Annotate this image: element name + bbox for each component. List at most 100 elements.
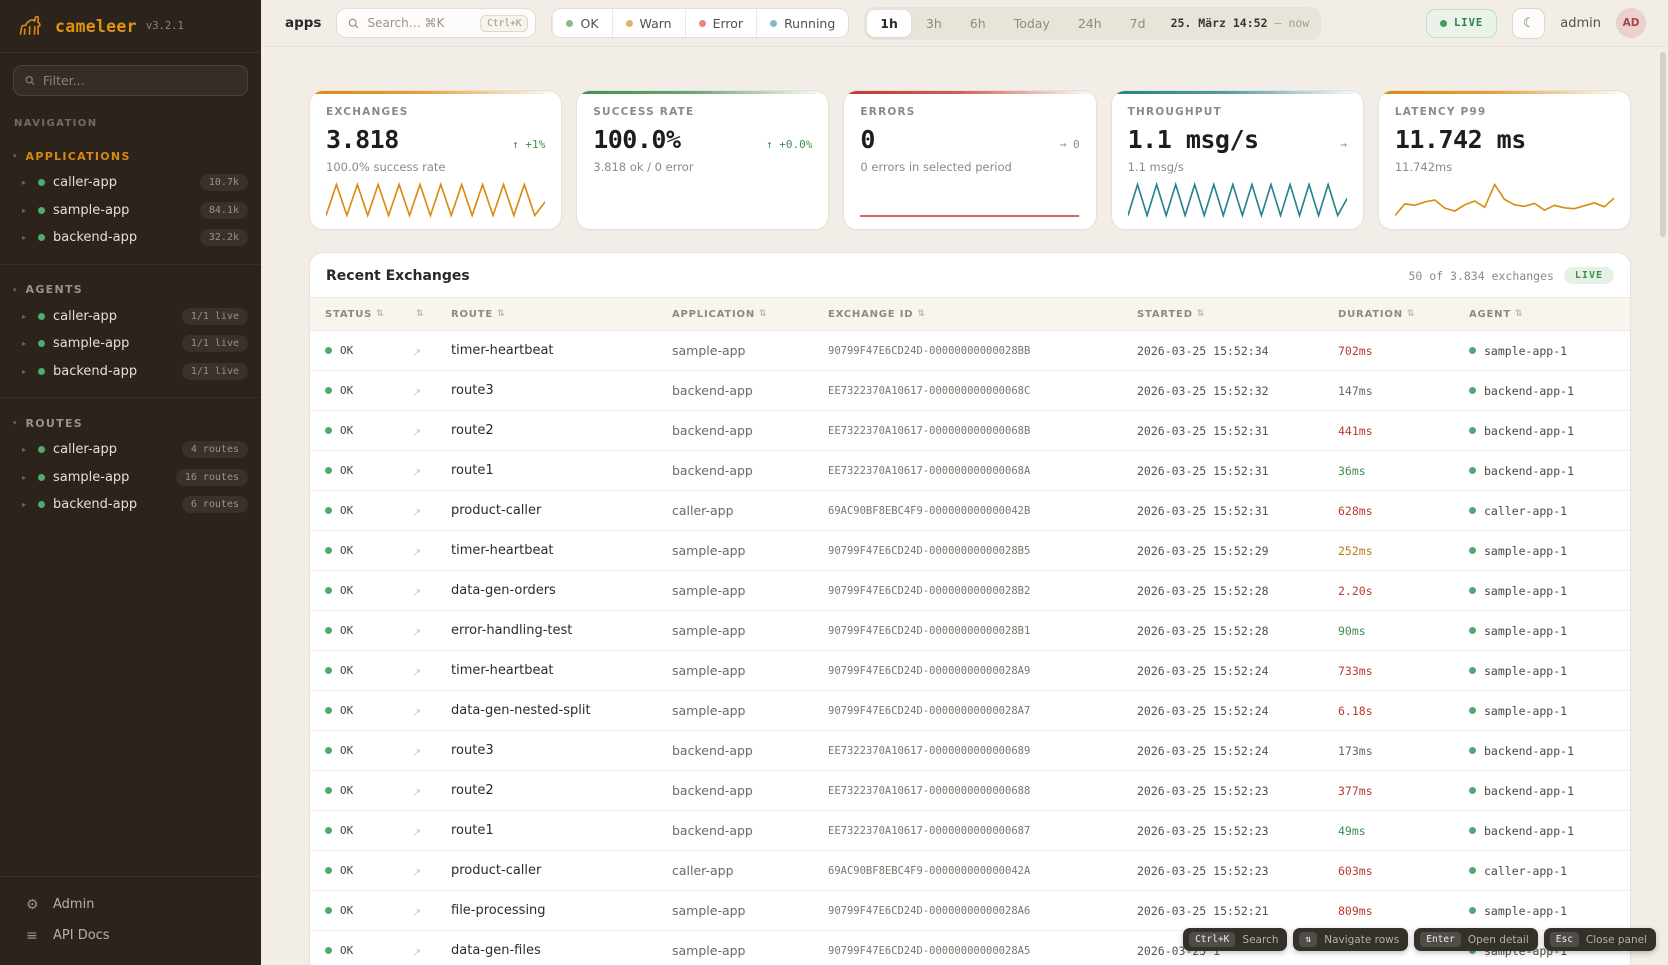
route-name[interactable]: timer-heartbeat [451, 343, 672, 358]
context-tab-apps[interactable]: apps [285, 15, 321, 31]
sidebar-item[interactable]: ▸ caller-app 10.7k [0, 169, 261, 197]
table-row[interactable]: OK ↗ product-caller caller-app 69AC90BF8… [310, 851, 1630, 891]
brand[interactable]: cameleer v3.2.1 [0, 0, 261, 53]
route-name[interactable]: route2 [451, 423, 672, 438]
chevron-right-icon[interactable]: ▸ [22, 312, 30, 321]
chevron-right-icon[interactable]: ▸ [22, 445, 30, 454]
table-row[interactable]: OK ↗ data-gen-nested-split sample-app 90… [310, 691, 1630, 731]
route-name[interactable]: error-handling-test [451, 623, 672, 638]
time-range-chip[interactable]: 1h [867, 10, 911, 37]
column-header[interactable]: AGENT ⇅ [1469, 309, 1630, 320]
chevron-down-icon[interactable]: ▾ [13, 152, 17, 160]
table-row[interactable]: OK ↗ route3 backend-app EE7322370A10617-… [310, 731, 1630, 771]
table-row[interactable]: OK ↗ route1 backend-app EE7322370A10617-… [310, 811, 1630, 851]
sort-icon[interactable]: ⇅ [416, 309, 424, 319]
sidebar-item[interactable]: ▸ sample-app 16 routes [0, 464, 261, 492]
sort-icon[interactable]: ⇅ [917, 309, 925, 319]
status-filter-chip[interactable]: Error [685, 9, 756, 37]
time-range-chip[interactable]: 24h [1065, 10, 1115, 37]
search-input[interactable] [367, 16, 473, 30]
open-exchange-icon[interactable]: ↗ [412, 946, 421, 959]
route-name[interactable]: file-processing [451, 903, 672, 918]
table-row[interactable]: OK ↗ route2 backend-app EE7322370A10617-… [310, 771, 1630, 811]
sort-icon[interactable]: ⇅ [497, 309, 505, 319]
column-header[interactable]: ⇅ [412, 309, 451, 319]
sidebar-item[interactable]: ▸ backend-app 1/1 live [0, 358, 261, 386]
sort-icon[interactable]: ⇅ [1197, 309, 1205, 319]
route-name[interactable]: route2 [451, 783, 672, 798]
sidebar-item[interactable]: ▸ sample-app 84.1k [0, 197, 261, 225]
chevron-right-icon[interactable]: ▸ [22, 500, 30, 509]
sidebar-item[interactable]: ▸ sample-app 1/1 live [0, 330, 261, 358]
column-header[interactable]: EXCHANGE ID ⇅ [828, 309, 1137, 320]
sort-icon[interactable]: ⇅ [376, 309, 384, 319]
user-name[interactable]: admin [1560, 16, 1601, 31]
applications-section-header[interactable]: ▾ APPLICATIONS [0, 143, 261, 169]
route-name[interactable]: data-gen-files [451, 943, 672, 958]
table-row[interactable]: OK ↗ file-processing sample-app 90799F47… [310, 891, 1630, 931]
time-range-chip[interactable]: 7d [1117, 10, 1159, 37]
sidebar-item[interactable]: ▸ backend-app 6 routes [0, 491, 261, 519]
admin-link[interactable]: ⚙ Admin [0, 889, 261, 920]
table-row[interactable]: OK ↗ error-handling-test sample-app 9079… [310, 611, 1630, 651]
route-name[interactable]: data-gen-orders [451, 583, 672, 598]
routes-section-header[interactable]: ▾ ROUTES [0, 410, 261, 436]
api-docs-link[interactable]: ≡ API Docs [0, 920, 261, 951]
avatar[interactable]: AD [1616, 8, 1646, 38]
chevron-down-icon[interactable]: ▾ [13, 419, 17, 427]
table-row[interactable]: OK ↗ timer-heartbeat sample-app 90799F47… [310, 531, 1630, 571]
open-exchange-icon[interactable]: ↗ [412, 586, 421, 599]
column-header[interactable]: STATUS ⇅ [325, 309, 412, 320]
route-name[interactable]: data-gen-nested-split [451, 703, 672, 718]
route-name[interactable]: route1 [451, 823, 672, 838]
live-toggle-button[interactable]: LIVE [1426, 9, 1497, 38]
filter-input[interactable] [43, 73, 237, 88]
sidebar-filter[interactable] [13, 65, 248, 96]
chevron-down-icon[interactable]: ▾ [13, 286, 17, 294]
open-exchange-icon[interactable]: ↗ [412, 426, 421, 439]
route-name[interactable]: route1 [451, 463, 672, 478]
route-name[interactable]: product-caller [451, 863, 672, 878]
status-filter-chip[interactable]: Warn [612, 9, 685, 37]
scrollbar-thumb[interactable] [1660, 52, 1666, 237]
open-exchange-icon[interactable]: ↗ [412, 706, 421, 719]
global-search[interactable]: Ctrl+K [336, 8, 536, 38]
time-range-chip[interactable]: Today [1001, 10, 1063, 37]
chevron-right-icon[interactable]: ▸ [22, 233, 30, 242]
table-row[interactable]: OK ↗ timer-heartbeat sample-app 90799F47… [310, 651, 1630, 691]
open-exchange-icon[interactable]: ↗ [412, 466, 421, 479]
table-row[interactable]: OK ↗ route2 backend-app EE7322370A10617-… [310, 411, 1630, 451]
open-exchange-icon[interactable]: ↗ [412, 386, 421, 399]
column-header[interactable]: DURATION ⇅ [1338, 309, 1469, 320]
open-exchange-icon[interactable]: ↗ [412, 906, 421, 919]
route-name[interactable]: product-caller [451, 503, 672, 518]
route-name[interactable]: route3 [451, 743, 672, 758]
route-name[interactable]: route3 [451, 383, 672, 398]
route-name[interactable]: timer-heartbeat [451, 663, 672, 678]
open-exchange-icon[interactable]: ↗ [412, 666, 421, 679]
open-exchange-icon[interactable]: ↗ [412, 506, 421, 519]
column-header[interactable]: STARTED ⇅ [1137, 309, 1338, 320]
chevron-right-icon[interactable]: ▸ [22, 339, 30, 348]
route-name[interactable]: timer-heartbeat [451, 543, 672, 558]
chevron-right-icon[interactable]: ▸ [22, 473, 30, 482]
open-exchange-icon[interactable]: ↗ [412, 826, 421, 839]
agents-section-header[interactable]: ▾ AGENTS [0, 277, 261, 303]
table-row[interactable]: OK ↗ data-gen-orders sample-app 90799F47… [310, 571, 1630, 611]
open-exchange-icon[interactable]: ↗ [412, 786, 421, 799]
sidebar-item[interactable]: ▸ caller-app 1/1 live [0, 303, 261, 331]
open-exchange-icon[interactable]: ↗ [412, 546, 421, 559]
status-filter-chip[interactable]: OK [552, 9, 611, 37]
open-exchange-icon[interactable]: ↗ [412, 626, 421, 639]
column-header[interactable]: APPLICATION ⇅ [672, 309, 828, 320]
chevron-right-icon[interactable]: ▸ [22, 206, 30, 215]
column-header[interactable]: ROUTE ⇅ [451, 309, 672, 320]
table-row[interactable]: OK ↗ timer-heartbeat sample-app 90799F47… [310, 331, 1630, 371]
theme-toggle-button[interactable]: ☾ [1512, 8, 1545, 39]
chevron-right-icon[interactable]: ▸ [22, 178, 30, 187]
sort-icon[interactable]: ⇅ [1407, 309, 1415, 319]
open-exchange-icon[interactable]: ↗ [412, 746, 421, 759]
chevron-right-icon[interactable]: ▸ [22, 367, 30, 376]
open-exchange-icon[interactable]: ↗ [412, 866, 421, 879]
table-row[interactable]: OK ↗ product-caller caller-app 69AC90BF8… [310, 491, 1630, 531]
